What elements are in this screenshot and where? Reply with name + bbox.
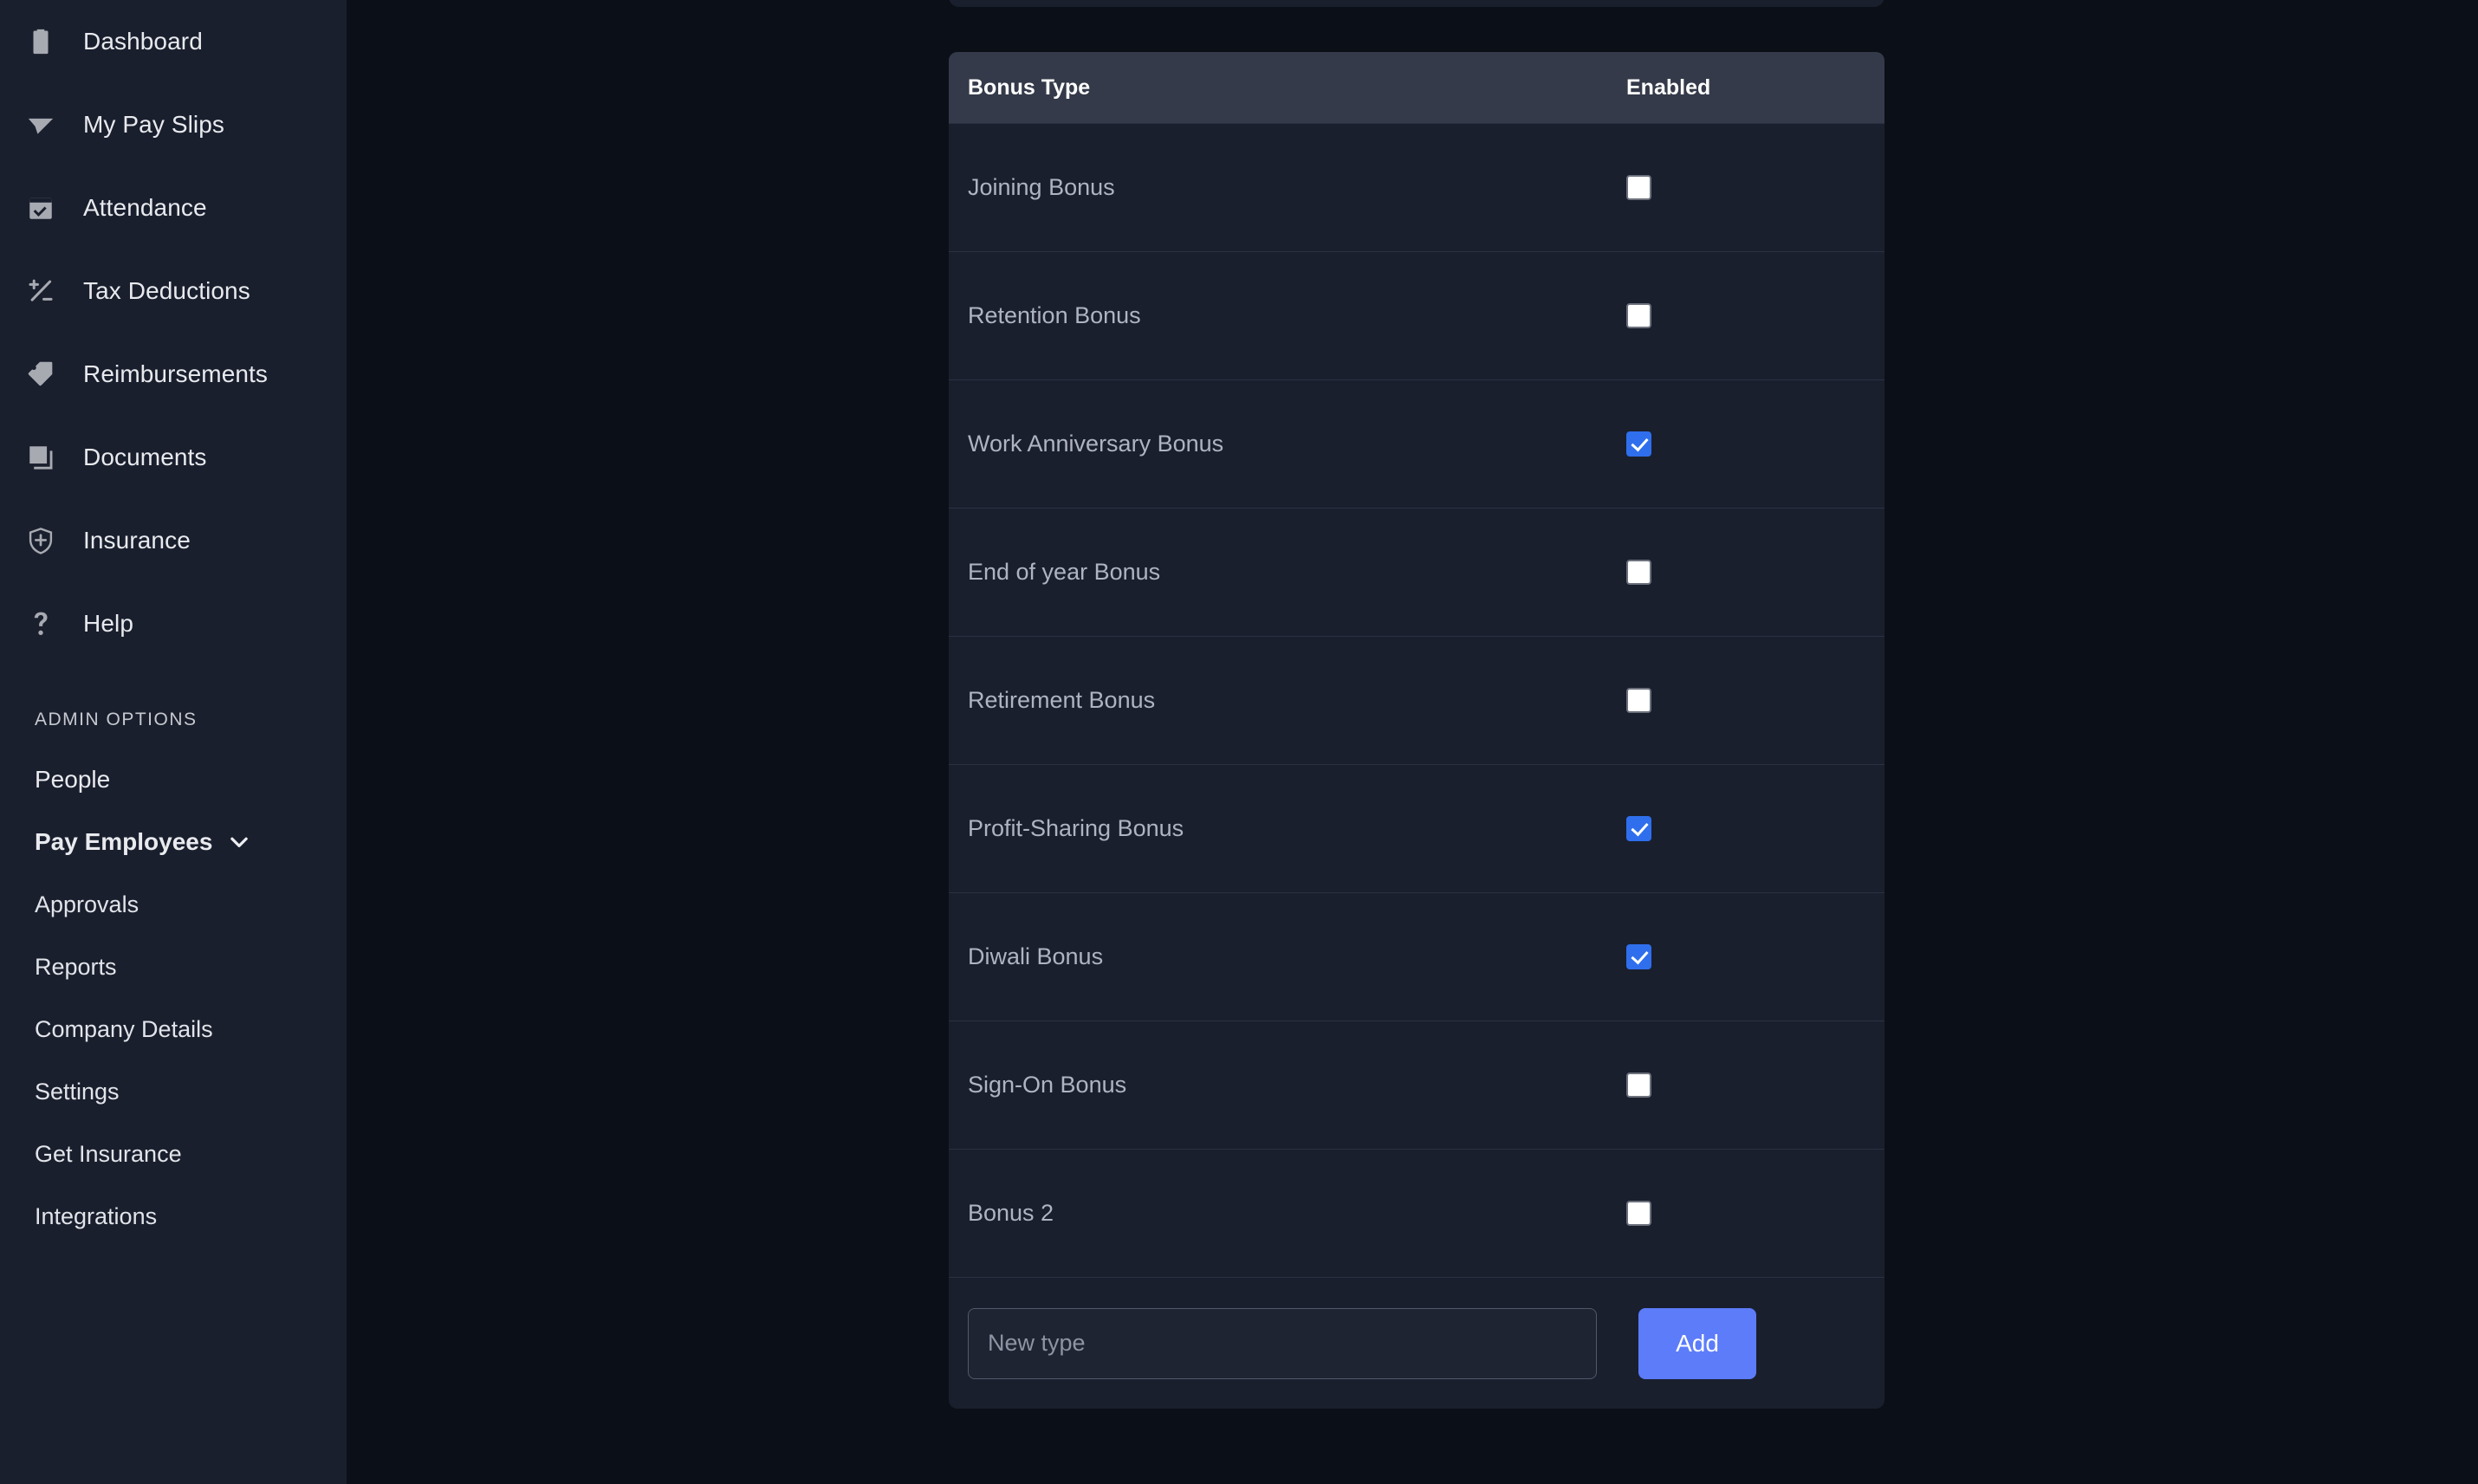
- bonus-type-label: Profit-Sharing Bonus: [968, 815, 1184, 841]
- table-row: Profit-Sharing Bonus: [949, 764, 1884, 892]
- table-row: Joining Bonus: [949, 123, 1884, 251]
- sidebar-primary-nav: Dashboard My Pay Slips Attendance Tax De…: [0, 0, 347, 665]
- bonus-table-header: Bonus Type Enabled: [949, 52, 1884, 123]
- app-root: Dashboard My Pay Slips Attendance Tax De…: [0, 0, 2478, 1484]
- bonus-type-label: Sign-On Bonus: [968, 1072, 1127, 1098]
- question-mark-icon: [24, 607, 57, 640]
- sidebar-item-label: People: [35, 766, 111, 793]
- sidebar-item-reports[interactable]: Reports: [0, 936, 347, 998]
- sidebar-item-label: Settings: [35, 1078, 120, 1105]
- sidebar-item-integrations[interactable]: Integrations: [0, 1185, 347, 1247]
- table-row: Bonus 2: [949, 1149, 1884, 1277]
- enabled-checkbox[interactable]: [1626, 1201, 1651, 1226]
- sidebar-item-label: Approvals: [35, 891, 139, 917]
- sidebar-item-label: Reimbursements: [83, 360, 269, 387]
- add-button[interactable]: Add: [1638, 1307, 1756, 1379]
- enabled-cell: [1626, 688, 1651, 713]
- sidebar-item-label: Integrations: [35, 1202, 158, 1229]
- sidebar-item-label: Help: [83, 610, 133, 637]
- sidebar-item-company-details[interactable]: Company Details: [0, 998, 347, 1060]
- sidebar-item-my-pay-slips[interactable]: My Pay Slips: [0, 83, 347, 166]
- enabled-checkbox[interactable]: [1626, 944, 1651, 969]
- table-row: Sign-On Bonus: [949, 1021, 1884, 1149]
- paper-plane-icon: [24, 108, 57, 141]
- previous-settings-card-partial: [949, 0, 1884, 7]
- add-bonus-type-row: Add: [949, 1277, 1884, 1409]
- column-header-bonus-type: Bonus Type: [968, 75, 1091, 100]
- bonus-type-label: Retirement Bonus: [968, 687, 1156, 713]
- sidebar-item-insurance[interactable]: Insurance: [0, 499, 347, 582]
- enabled-cell: [1626, 944, 1651, 969]
- enabled-checkbox[interactable]: [1626, 303, 1651, 328]
- sidebar-item-attendance[interactable]: Attendance: [0, 166, 347, 249]
- bonus-types-card: Bonus Type Enabled Joining Bonus Retenti…: [949, 52, 1884, 1409]
- sidebar-item-approvals[interactable]: Approvals: [0, 873, 347, 936]
- table-row: Retirement Bonus: [949, 636, 1884, 764]
- bonus-type-label: Diwali Bonus: [968, 943, 1104, 969]
- enabled-cell: [1626, 1201, 1651, 1226]
- sidebar-item-pay-employees[interactable]: Pay Employees: [0, 811, 347, 873]
- bonus-type-label: Work Anniversary Bonus: [968, 431, 1224, 457]
- table-row: Work Anniversary Bonus: [949, 379, 1884, 508]
- enabled-checkbox[interactable]: [1626, 1072, 1651, 1098]
- admin-options-heading: ADMIN OPTIONS: [35, 710, 198, 729]
- sidebar-item-label: Get Insurance: [35, 1140, 182, 1167]
- sidebar-item-label: Attendance: [83, 194, 207, 221]
- sidebar-item-label: Pay Employees: [35, 828, 213, 855]
- documents-icon: [24, 441, 57, 474]
- sidebar: Dashboard My Pay Slips Attendance Tax De…: [0, 0, 347, 1484]
- enabled-cell: [1626, 303, 1651, 328]
- bonus-type-label: End of year Bonus: [968, 559, 1161, 585]
- enabled-checkbox[interactable]: [1626, 175, 1651, 200]
- table-row: Diwali Bonus: [949, 892, 1884, 1021]
- enabled-cell: [1626, 175, 1651, 200]
- sidebar-item-label: Tax Deductions: [83, 277, 250, 304]
- table-row: Retention Bonus: [949, 251, 1884, 379]
- shield-plus-icon: [24, 524, 57, 557]
- enabled-checkbox[interactable]: [1626, 816, 1651, 841]
- sidebar-item-documents[interactable]: Documents: [0, 416, 347, 499]
- sidebar-item-settings[interactable]: Settings: [0, 1060, 347, 1123]
- sidebar-item-get-insurance[interactable]: Get Insurance: [0, 1123, 347, 1185]
- table-row: End of year Bonus: [949, 508, 1884, 636]
- sidebar-item-label: Dashboard: [83, 28, 203, 55]
- sidebar-item-label: Company Details: [35, 1015, 213, 1042]
- enabled-cell: [1626, 560, 1651, 585]
- sidebar-item-dashboard[interactable]: Dashboard: [0, 0, 347, 83]
- sidebar-item-label: Documents: [83, 444, 207, 470]
- new-bonus-type-input[interactable]: [968, 1307, 1597, 1379]
- enabled-cell: [1626, 1072, 1651, 1098]
- enabled-checkbox[interactable]: [1626, 431, 1651, 457]
- bonus-type-label: Retention Bonus: [968, 302, 1141, 328]
- sidebar-item-tax-deductions[interactable]: Tax Deductions: [0, 249, 347, 333]
- sidebar-item-label: My Pay Slips: [83, 111, 225, 138]
- clipboard-icon: [24, 25, 57, 58]
- enabled-cell: [1626, 816, 1651, 841]
- sidebar-item-label: Reports: [35, 953, 117, 980]
- sidebar-item-label: Insurance: [83, 527, 191, 554]
- main-content: Bonus Type Enabled Joining Bonus Retenti…: [347, 0, 2478, 1484]
- bonus-type-label: Joining Bonus: [968, 174, 1115, 200]
- chevron-down-icon[interactable]: [226, 829, 252, 855]
- calendar-check-icon: [24, 191, 57, 224]
- tag-icon: [24, 358, 57, 391]
- column-header-enabled: Enabled: [1626, 75, 1711, 100]
- bonus-type-label: Bonus 2: [968, 1200, 1054, 1226]
- plus-minus-icon: [24, 275, 57, 308]
- sidebar-item-reimbursements[interactable]: Reimbursements: [0, 333, 347, 416]
- enabled-cell: [1626, 431, 1651, 457]
- sidebar-item-help[interactable]: Help: [0, 582, 347, 665]
- content-column: Bonus Type Enabled Joining Bonus Retenti…: [949, 0, 1884, 1409]
- enabled-checkbox[interactable]: [1626, 688, 1651, 713]
- enabled-checkbox[interactable]: [1626, 560, 1651, 585]
- sidebar-item-people[interactable]: People: [0, 748, 347, 811]
